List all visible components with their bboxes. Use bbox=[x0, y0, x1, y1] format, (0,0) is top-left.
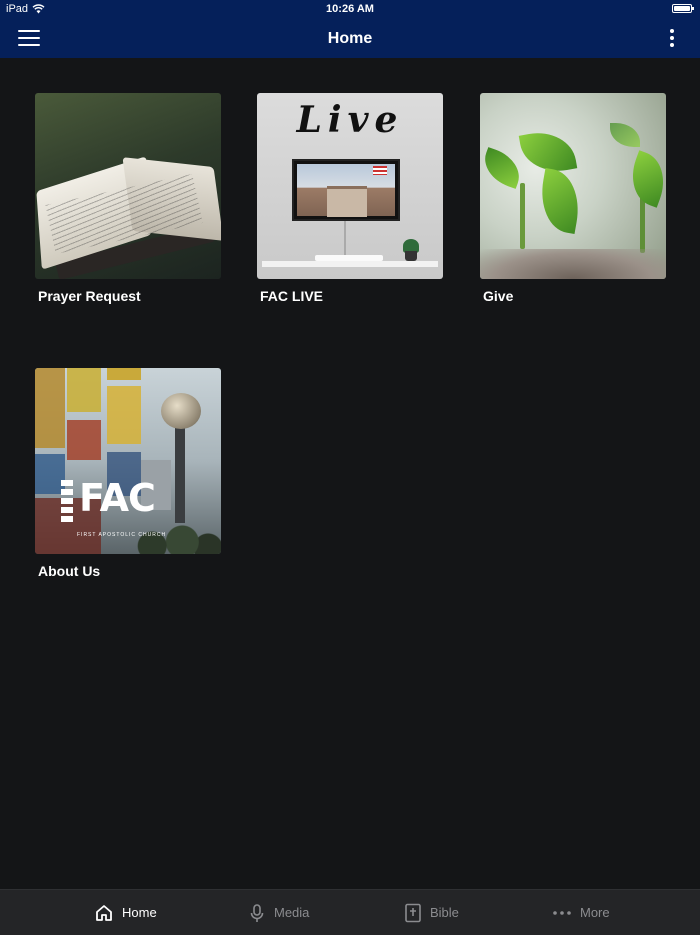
tab-media[interactable]: Media bbox=[248, 890, 309, 935]
tile-prayer-request[interactable]: Prayer Request bbox=[35, 93, 221, 304]
tile-about-us[interactable]: FAC FIRST APOSTOLIC CHURCH About Us bbox=[35, 368, 221, 579]
live-image-text: Live bbox=[296, 99, 404, 141]
live-tv-image: Live bbox=[257, 93, 443, 279]
status-time: 10:26 AM bbox=[326, 3, 374, 15]
bible-icon bbox=[405, 903, 421, 922]
bottom-tab-bar: Home Media Bible More bbox=[0, 889, 700, 935]
more-options-button[interactable] bbox=[668, 29, 676, 49]
tile-label: Give bbox=[483, 288, 514, 304]
fac-logo-subtext: FIRST APOSTOLIC CHURCH bbox=[77, 532, 167, 538]
open-bible-image bbox=[35, 93, 221, 279]
app-header: iPad 10:26 AM Home bbox=[0, 0, 700, 58]
tv-screen bbox=[292, 159, 400, 221]
fac-logo-text: FAC bbox=[79, 476, 156, 520]
tab-more[interactable]: More bbox=[552, 890, 610, 935]
tab-bible[interactable]: Bible bbox=[404, 890, 459, 935]
tab-label: Home bbox=[122, 905, 157, 920]
fac-logo-image: FAC FIRST APOSTOLIC CHURCH bbox=[35, 368, 221, 554]
tile-give[interactable]: Give bbox=[480, 93, 666, 304]
ellipsis-icon bbox=[553, 910, 571, 915]
tile-label: About Us bbox=[38, 563, 101, 579]
tile-fac-live[interactable]: Live FAC LIVE bbox=[257, 93, 443, 304]
tab-label: More bbox=[580, 905, 610, 920]
status-bar: iPad 10:26 AM bbox=[0, 0, 700, 20]
tile-label: FAC LIVE bbox=[260, 288, 324, 304]
seedlings-image bbox=[480, 93, 666, 279]
tab-label: Bible bbox=[430, 905, 459, 920]
tab-home[interactable]: Home bbox=[94, 890, 157, 935]
tab-label: Media bbox=[274, 905, 310, 920]
microphone-icon bbox=[250, 903, 264, 922]
home-icon bbox=[96, 904, 112, 921]
page-title: Home bbox=[327, 30, 373, 47]
tile-label: Prayer Request bbox=[38, 288, 141, 304]
battery-icon bbox=[672, 4, 694, 13]
